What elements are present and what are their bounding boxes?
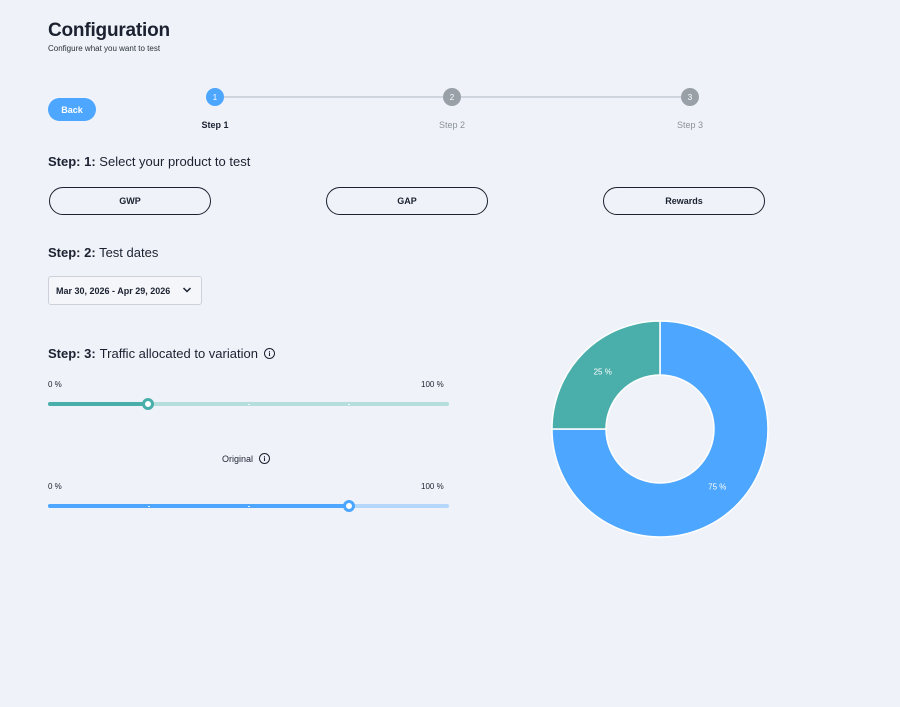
original-slider-thumb[interactable] [342,500,355,512]
variation-min-label: 0 % [48,380,62,389]
step2-prefix: Step: 2: [48,245,96,260]
step3-title: Traffic allocated to variation [99,346,258,361]
original-max-label: 100 % [421,482,444,491]
slider-tick [248,403,250,405]
stepper-connector [461,96,681,98]
step-2-circle[interactable]: 2 [443,88,461,106]
original-min-label: 0 % [48,482,62,491]
stepper-connector [224,96,444,98]
date-range-select[interactable]: Mar 30, 2026 - Apr 29, 2026 [48,276,202,305]
variation-max-label: 100 % [421,380,444,389]
variation-slider-fill [48,402,149,406]
traffic-donut-chart: 75 % 25 % [551,320,769,538]
step2-heading: Step: 2: Test dates [48,245,158,260]
slider-tick [148,505,150,507]
product-button-gwp[interactable]: GWP [49,187,211,215]
chevron-down-icon [182,287,192,293]
step-1-circle[interactable]: 1 [206,88,224,106]
product-button-rewards[interactable]: Rewards [603,187,765,215]
page-title: Configuration [48,20,170,41]
back-button[interactable]: Back [48,98,96,121]
info-icon[interactable]: i [263,348,275,359]
info-icon[interactable]: i [259,453,271,464]
step1-prefix: Step: 1: [48,154,96,169]
step-2-label: Step 2 [438,120,466,130]
original-label: Original [222,453,254,464]
date-range-value: Mar 30, 2026 - Apr 29, 2026 [56,285,171,296]
step3-heading: Step: 3: Traffic allocated to variation … [48,346,275,361]
step1-heading: Step: 1: Select your product to test [48,154,250,169]
donut-slice-label: 25 % [594,368,612,377]
slider-tick [348,403,350,405]
step2-title: Test dates [99,245,159,260]
page-subtitle: Configure what you want to test [48,44,161,53]
original-heading: Original i [222,453,271,464]
original-slider-fill [48,504,349,508]
step3-prefix: Step: 3: [48,346,96,361]
variation-slider-thumb[interactable] [142,398,155,410]
step-1-label: Step 1 [201,120,229,130]
product-button-gap[interactable]: GAP [326,187,488,215]
slider-tick [248,505,250,507]
step-3-circle[interactable]: 3 [681,88,699,106]
step-3-label: Step 3 [676,120,704,130]
step1-title: Select your product to test [99,154,251,169]
donut-slice-label: 75 % [708,482,726,491]
